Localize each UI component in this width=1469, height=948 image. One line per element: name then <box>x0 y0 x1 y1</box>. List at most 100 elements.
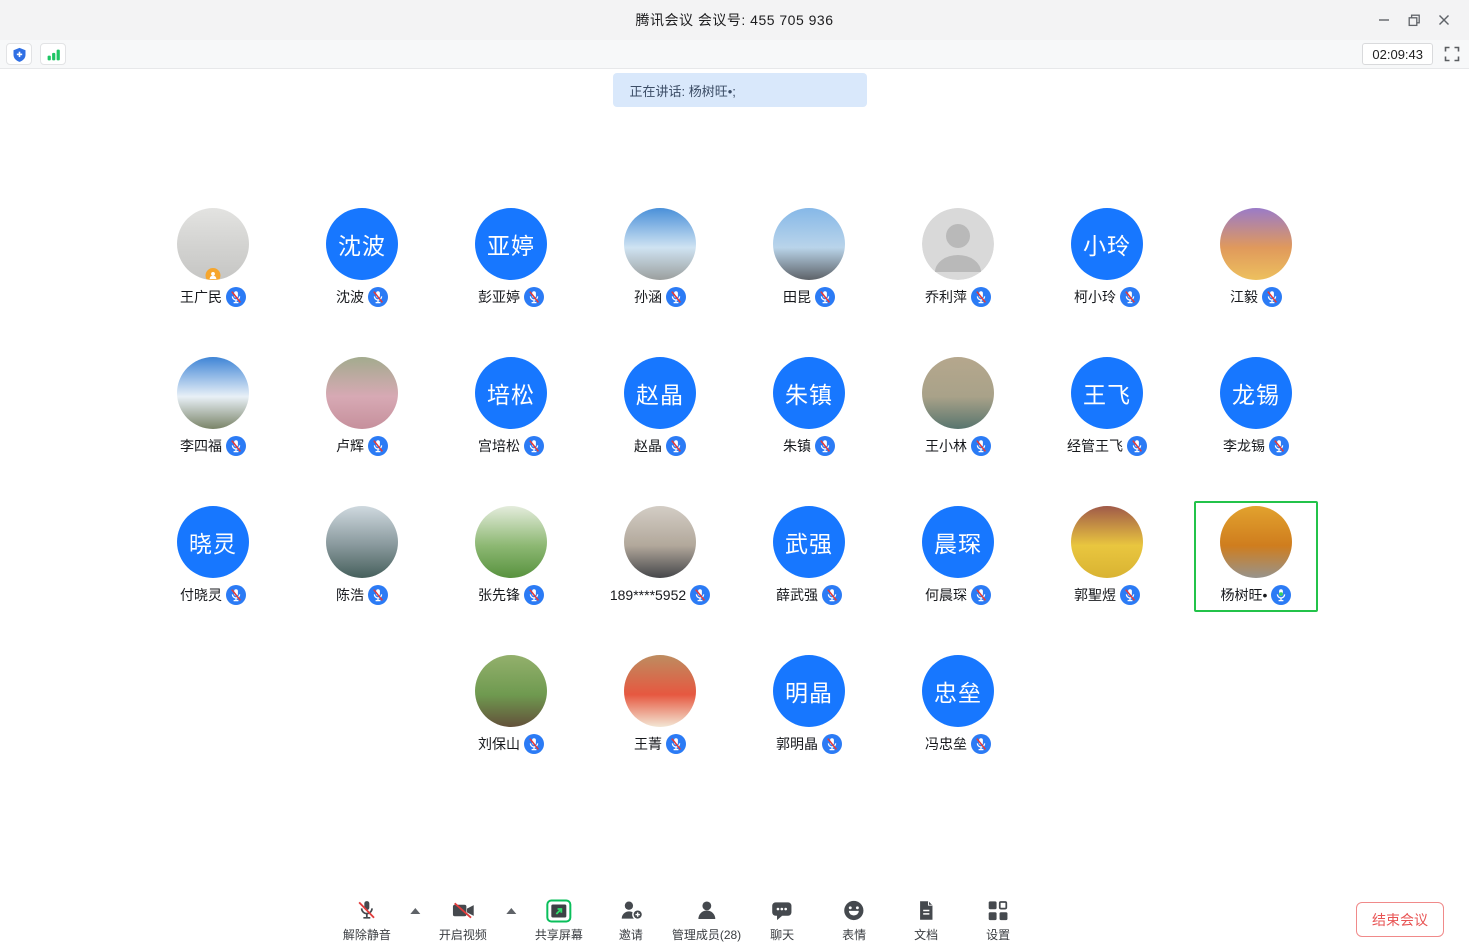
participant-name: 杨树旺• <box>1221 585 1268 605</box>
participant-tile[interactable]: 培松宫培松 <box>437 352 586 463</box>
start-video-options-caret[interactable] <box>504 898 518 924</box>
toolbar-manage-members-button[interactable]: 管理成员(28) <box>672 897 741 943</box>
mic-muted-icon <box>226 287 246 307</box>
participant-tile[interactable]: 孙涵 <box>586 203 735 314</box>
participant-tile[interactable]: 王小林 <box>884 352 1033 463</box>
participant-tile[interactable]: 卢辉 <box>288 352 437 463</box>
toolbar-share-screen-label: 共享屏幕 <box>535 926 583 943</box>
end-meeting-button[interactable]: 结束会议 <box>1356 902 1444 937</box>
restore-button[interactable] <box>1399 6 1429 34</box>
participant-name-row: 王小林 <box>925 435 991 456</box>
participant-row: 晓灵付晓灵 陈浩 张先锋 189****5952 武强薛武强 晨琛何晨琛 <box>0 501 1469 650</box>
participant-tile[interactable]: 乔利萍 <box>884 203 1033 314</box>
participant-tile[interactable]: 小玲柯小玲 <box>1033 203 1182 314</box>
participant-tile[interactable]: 田昆 <box>735 203 884 314</box>
participant-tile[interactable]: 王广民 <box>139 203 288 314</box>
participant-box: 乔利萍 <box>896 203 1020 314</box>
mic-muted-icon <box>368 585 388 605</box>
participant-box: 忠垒冯忠垒 <box>896 650 1020 761</box>
participant-box: 189****5952 <box>584 501 736 612</box>
toolbar-share-screen-button[interactable]: 共享屏幕 <box>528 897 590 943</box>
avatar-initials: 晨琛 <box>934 525 982 559</box>
participant-row: 王广民 沈波沈波 亚婷彭亚婷 孙涵 田昆 乔 <box>0 203 1469 352</box>
participant-box: 卢辉 <box>300 352 424 463</box>
participant-tile[interactable]: 王飞经管王飞 <box>1033 352 1182 463</box>
participant-tile[interactable]: 陈浩 <box>288 501 437 612</box>
participant-tile[interactable]: 亚婷彭亚婷 <box>437 203 586 314</box>
avatar <box>922 208 994 280</box>
participant-name-row: 乔利萍 <box>925 286 991 307</box>
chevron-up-icon <box>410 908 420 914</box>
avatar-initials: 培松 <box>487 376 535 410</box>
status-toolbar: 02:09:43 <box>0 40 1469 69</box>
participant-name: 赵晶 <box>634 436 662 456</box>
participant-name: 何晨琛 <box>925 585 967 605</box>
host-badge-icon <box>206 268 221 280</box>
mic-muted-icon <box>815 436 835 456</box>
avatar: 晓灵 <box>177 506 249 578</box>
participant-name: 沈波 <box>336 287 364 307</box>
participant-tile[interactable]: 武强薛武强 <box>735 501 884 612</box>
participant-tile[interactable]: 郭聖煜 <box>1033 501 1182 612</box>
participant-tile[interactable]: 沈波沈波 <box>288 203 437 314</box>
toolbar-emoji-button[interactable]: 表情 <box>823 897 885 943</box>
toolbar-start-video-button[interactable]: 开启视频 <box>432 897 494 943</box>
participant-tile[interactable]: 189****5952 <box>586 501 735 612</box>
mic-muted-icon <box>226 436 246 456</box>
participant-box: 郭聖煜 <box>1045 501 1169 612</box>
toolbar-invite-button[interactable]: 邀请 <box>600 897 662 943</box>
participant-tile[interactable]: 忠垒冯忠垒 <box>884 650 1033 761</box>
participant-name-row: 付晓灵 <box>180 584 246 605</box>
participant-box: 陈浩 <box>300 501 424 612</box>
invite-person-icon <box>618 897 644 923</box>
participant-tile[interactable]: 晨琛何晨琛 <box>884 501 1033 612</box>
participant-tile[interactable]: 刘保山 <box>437 650 586 761</box>
minimize-button[interactable] <box>1369 6 1399 34</box>
mic-muted-icon <box>1127 436 1147 456</box>
participant-tile[interactable]: 张先锋 <box>437 501 586 612</box>
window-title: 腾讯会议 会议号: 455 705 936 <box>635 10 833 30</box>
toolbar-chat-button[interactable]: 聊天 <box>751 897 813 943</box>
participant-tile[interactable]: 江毅 <box>1182 203 1331 314</box>
participant-name-row: 薛武强 <box>776 584 842 605</box>
mic-muted-icon <box>815 287 835 307</box>
mic-muted-icon <box>690 585 710 605</box>
participant-row: 刘保山 王菁 明晶郭明晶 忠垒冯忠垒 <box>0 650 1469 799</box>
participant-tile[interactable]: 明晶郭明晶 <box>735 650 884 761</box>
participant-name: 李龙锡 <box>1223 436 1265 456</box>
participant-name-row: 沈波 <box>336 286 388 307</box>
avatar <box>475 655 547 727</box>
avatar <box>326 506 398 578</box>
participant-tile[interactable]: 杨树旺• <box>1182 501 1331 612</box>
security-shield-button[interactable] <box>6 43 32 65</box>
toolbar-unmute-button[interactable]: 解除静音 <box>336 897 398 943</box>
meeting-main-area: 正在讲话: 杨树旺•; 王广民 沈波沈波 亚婷彭亚婷 孙涵 田昆 <box>0 69 1469 948</box>
participant-name: 刘保山 <box>478 734 520 754</box>
avatar-initials: 晓灵 <box>189 525 237 559</box>
avatar: 赵晶 <box>624 357 696 429</box>
unmute-options-caret[interactable] <box>408 898 422 924</box>
participant-tile[interactable]: 赵晶赵晶 <box>586 352 735 463</box>
participant-tile[interactable]: 龙锡李龙锡 <box>1182 352 1331 463</box>
participant-name-row: 冯忠垒 <box>925 733 991 754</box>
participant-name-row: 朱镇 <box>783 435 835 456</box>
participant-box: 武强薛武强 <box>747 501 871 612</box>
toolbar-emoji-label: 表情 <box>842 926 866 943</box>
fullscreen-button[interactable] <box>1441 43 1463 65</box>
mic-muted-icon <box>666 436 686 456</box>
toolbar-settings-button[interactable]: 设置 <box>967 897 1029 943</box>
participant-tile[interactable]: 李四福 <box>139 352 288 463</box>
participant-tile[interactable]: 晓灵付晓灵 <box>139 501 288 612</box>
participant-tile[interactable]: 朱镇朱镇 <box>735 352 884 463</box>
avatar <box>326 357 398 429</box>
mic-muted-icon <box>822 734 842 754</box>
toolbar-start-video-label: 开启视频 <box>439 926 487 943</box>
meeting-timer: 02:09:43 <box>1362 43 1433 65</box>
toolbar-docs-button[interactable]: 文档 <box>895 897 957 943</box>
participant-tile[interactable]: 王菁 <box>586 650 735 761</box>
network-signal-button[interactable] <box>40 43 66 65</box>
avatar <box>177 357 249 429</box>
security-shield-icon <box>12 47 27 62</box>
participant-name-row: 江毅 <box>1230 286 1282 307</box>
close-button[interactable] <box>1429 6 1459 34</box>
